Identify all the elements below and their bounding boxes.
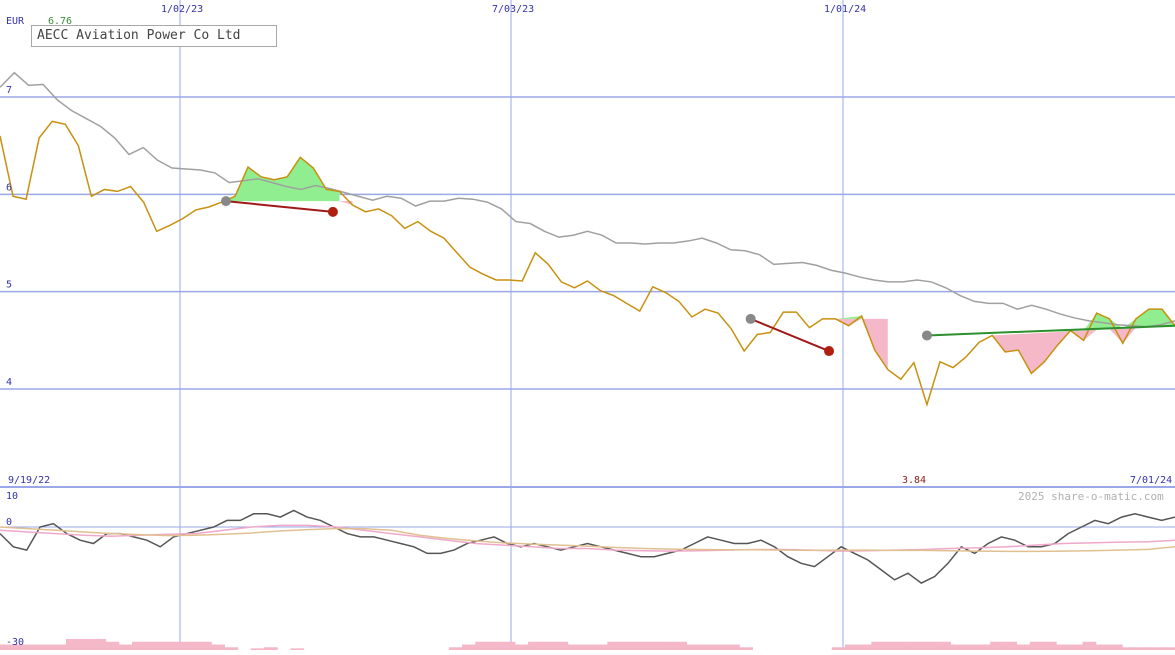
volume-bar <box>1069 644 1084 650</box>
volume-bar <box>1095 644 1110 650</box>
volume-bar <box>1042 641 1057 650</box>
x-tick-label-0: 1/02/23 <box>161 4 203 15</box>
volume-bar <box>198 641 212 650</box>
volume-bar <box>541 641 555 650</box>
price-line <box>0 120 1175 408</box>
volume-bar <box>686 644 701 650</box>
start-date-label: 9/19/22 <box>8 475 50 486</box>
volume-bar <box>554 641 569 650</box>
volume-bar <box>620 641 635 650</box>
osc-tick-label-0: 0 <box>6 517 12 528</box>
volume-bar <box>976 644 991 650</box>
volume-bar <box>26 644 41 650</box>
volume-bar <box>171 641 186 650</box>
volume-bar <box>910 641 925 650</box>
signal-line-2 <box>750 317 830 352</box>
signal-1-gain-fill <box>221 157 340 202</box>
series-layer <box>0 71 1175 408</box>
volume-bar <box>990 641 1004 650</box>
signal-end-marker-1 <box>327 206 338 217</box>
volume-bar <box>184 641 199 650</box>
volume-bar <box>580 644 595 650</box>
volume-bar <box>528 641 542 650</box>
grid-layer <box>0 0 1175 650</box>
volume-bar <box>594 644 608 650</box>
moving-average-line <box>0 71 1175 328</box>
volume-bar <box>211 644 225 650</box>
volume-bar <box>633 641 648 650</box>
volume-bar <box>646 641 661 650</box>
volume-bar <box>699 644 714 650</box>
volume-bar <box>145 641 159 650</box>
x-tick-label-1: 7/03/23 <box>492 4 534 15</box>
volume-bar <box>897 641 912 650</box>
volume-bar <box>1056 644 1070 650</box>
volume-bar <box>39 644 54 650</box>
volume-bar <box>937 641 952 650</box>
volume-bar <box>726 644 740 650</box>
signal-end-marker-2 <box>824 346 835 357</box>
volume-bar <box>66 639 80 650</box>
volume-bar <box>1108 644 1123 650</box>
x-tick-label-2: 1/01/24 <box>824 4 866 15</box>
volume-bar <box>844 644 859 650</box>
volume-bar <box>1082 641 1097 650</box>
volume-bar <box>105 641 120 650</box>
y-tick-label-5: 5 <box>6 280 12 291</box>
osc-tick-label-10: 10 <box>6 491 18 502</box>
y-tick-label-4: 4 <box>6 377 12 388</box>
volume-bar <box>871 641 886 650</box>
volume-bar <box>79 639 93 650</box>
volume-bar <box>858 644 872 650</box>
signal-2-loss-fill <box>822 318 888 370</box>
volume-bar <box>488 641 503 650</box>
volume-bar <box>92 639 107 650</box>
volume-bar <box>132 641 146 650</box>
volume-bar <box>158 641 173 650</box>
volume-bar <box>660 641 674 650</box>
chart-container: EUR 6.76 9/19/22 7/01/24 3.84 2025 share… <box>0 0 1175 650</box>
volume-bar <box>118 644 133 650</box>
volume-bar <box>963 644 978 650</box>
oscillator-layer <box>0 509 1175 584</box>
signal-marker-layer <box>220 196 1175 357</box>
signal-start-marker-3 <box>921 330 932 341</box>
signal-line-1 <box>225 200 334 213</box>
volume-bar <box>712 644 727 650</box>
volume-bar <box>567 644 582 650</box>
volume-bar <box>501 641 516 650</box>
volume-layer <box>0 639 1175 650</box>
volume-bar <box>950 644 965 650</box>
volume-bar <box>884 641 899 650</box>
volume-bar <box>1029 641 1044 650</box>
currency-label: EUR <box>6 16 25 27</box>
copyright-label: 2025 share-o-matic.com <box>1018 490 1164 503</box>
volume-bar <box>1016 644 1031 650</box>
chart-title: AECC Aviation Power Co Ltd <box>37 28 241 43</box>
y-tick-label-7: 7 <box>6 85 12 96</box>
osc-tick-label--30: -30 <box>6 637 24 648</box>
volume-bar <box>1003 641 1018 650</box>
signal-start-marker-2 <box>745 313 756 324</box>
volume-bar <box>514 644 529 650</box>
min-value-label: 3.84 <box>902 475 926 486</box>
signal-3-loss-fill <box>992 325 1175 374</box>
volume-bar <box>462 644 476 650</box>
y-tick-label-6: 6 <box>6 182 12 193</box>
stock-chart-svg: EUR 6.76 9/19/22 7/01/24 3.84 2025 share… <box>0 0 1175 650</box>
volume-bar <box>607 641 622 650</box>
volume-bar <box>52 644 67 650</box>
signal-fill-layer <box>221 157 1175 374</box>
signal-start-marker-1 <box>220 196 231 207</box>
chart-title-box: AECC Aviation Power Co Ltd <box>31 25 277 47</box>
end-date-label: 7/01/24 <box>1130 475 1172 486</box>
volume-bar <box>924 641 938 650</box>
volume-bar <box>475 641 489 650</box>
volume-bar <box>673 641 688 650</box>
